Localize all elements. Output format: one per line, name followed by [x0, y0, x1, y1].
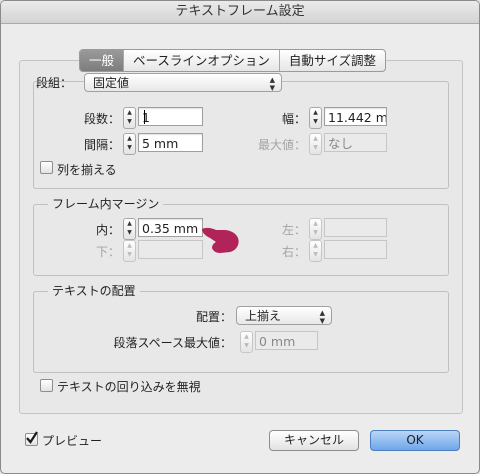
- tab-auto-size[interactable]: 自動サイズ調整: [278, 50, 385, 71]
- pointing-hand-cursor-icon: [202, 227, 239, 253]
- vertical-justification-legend: テキストの配置: [48, 282, 140, 299]
- columns-type-value: 固定値: [93, 76, 130, 90]
- ignore-text-wrap-label: テキストの回り込みを無視: [57, 380, 201, 394]
- inset-bottom-stepper[interactable]: ▲ ▼: [123, 240, 136, 262]
- max-width-label: 最大値：: [257, 138, 306, 152]
- tab-panel-general: 段組： 固定値 ▲ ▼ 段数： ▲ ▼ 1 間隔： ▲ ▼ 5 mm 幅： ▲ ▼ 11…: [19, 60, 463, 414]
- text-caret: [144, 110, 145, 124]
- column-gutter-field[interactable]: 5 mm: [138, 133, 203, 152]
- inset-left-label: 左：: [281, 223, 306, 237]
- paragraph-spacing-field[interactable]: 0 mm: [255, 331, 318, 350]
- inset-right-stepper[interactable]: ▲ ▼: [309, 240, 322, 262]
- select-arrows-icon: ▲ ▼: [319, 309, 325, 325]
- columns-type-select[interactable]: 固定値 ▲ ▼: [84, 73, 282, 92]
- inset-left-field[interactable]: [324, 218, 387, 237]
- preview-checkbox[interactable]: [25, 431, 38, 446]
- dialog-title: テキストフレーム設定: [1, 1, 479, 24]
- align-label: 配置：: [195, 310, 232, 324]
- inset-top-label: 内：: [95, 223, 120, 237]
- cancel-button[interactable]: キャンセル: [269, 430, 359, 451]
- align-select[interactable]: 上揃え ▲ ▼: [236, 306, 332, 325]
- align-value: 上揃え: [245, 309, 282, 323]
- column-count-stepper[interactable]: ▲ ▼: [123, 107, 136, 129]
- tab-bar: 一般 ベースラインオプション 自動サイズ調整: [79, 49, 387, 72]
- column-gutter-stepper[interactable]: ▲ ▼: [123, 133, 136, 155]
- balance-columns-checkbox[interactable]: [40, 161, 53, 174]
- select-arrows-icon: ▲ ▼: [269, 76, 275, 92]
- paragraph-spacing-label: 段落スペース最大値：: [113, 336, 232, 350]
- column-gutter-label: 間隔：: [83, 138, 120, 152]
- inset-right-field[interactable]: [324, 240, 387, 259]
- inset-spacing-legend: フレーム内マージン: [48, 195, 164, 212]
- checkmark-icon: [26, 431, 38, 444]
- column-count-field[interactable]: 1: [138, 107, 203, 126]
- ignore-text-wrap-checkbox[interactable]: [40, 379, 53, 392]
- tab-general[interactable]: 一般: [80, 50, 124, 71]
- inset-bottom-label: 下：: [95, 245, 120, 259]
- column-width-stepper[interactable]: ▲ ▼: [309, 107, 322, 129]
- column-width-field[interactable]: 11.442 mm: [324, 107, 387, 126]
- balance-columns-label: 列を揃える: [57, 163, 117, 177]
- text-frame-options-dialog: テキストフレーム設定 段組： 固定値 ▲ ▼ 段数： ▲ ▼ 1 間隔： ▲ ▼ 5 …: [0, 0, 480, 474]
- column-width-label: 幅：: [281, 112, 306, 126]
- column-count-label: 段数：: [83, 112, 120, 126]
- inset-bottom-field[interactable]: [138, 240, 203, 259]
- inset-right-label: 右：: [281, 245, 306, 259]
- inset-left-stepper[interactable]: ▲ ▼: [309, 218, 322, 240]
- max-width-stepper[interactable]: ▲ ▼: [309, 133, 322, 155]
- inset-top-stepper[interactable]: ▲ ▼: [123, 218, 136, 240]
- max-width-field[interactable]: なし: [324, 133, 387, 152]
- preview-label: プレビュー: [42, 434, 103, 448]
- tab-baseline-options[interactable]: ベースラインオプション: [123, 50, 279, 71]
- paragraph-spacing-stepper[interactable]: ▲ ▼: [240, 331, 253, 353]
- columns-label: 段組：: [36, 76, 73, 90]
- inset-top-field[interactable]: 0.35 mm: [138, 218, 203, 237]
- ok-button[interactable]: OK: [370, 430, 460, 451]
